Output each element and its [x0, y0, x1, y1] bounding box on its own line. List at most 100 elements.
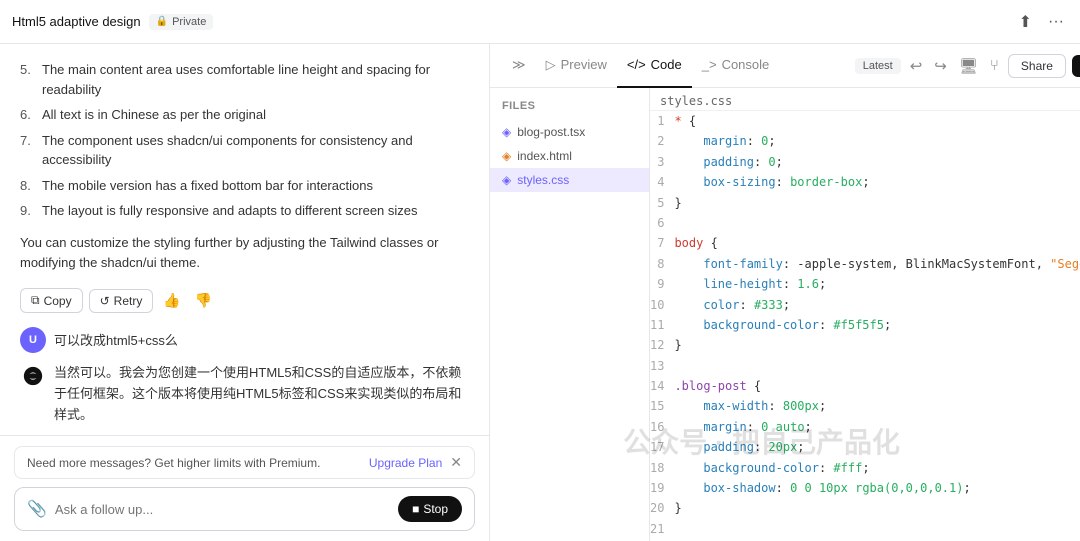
list-num: 6.: [20, 105, 36, 125]
user-message: U 可以改成html5+css么: [20, 327, 469, 353]
more-options-button[interactable]: ···: [1044, 11, 1068, 33]
code-line: 5}: [650, 193, 1080, 213]
line-code: body {: [674, 233, 1080, 253]
line-num: 16: [650, 417, 674, 437]
retry-button[interactable]: ↺ Retry: [89, 289, 154, 313]
undo-button[interactable]: ↩: [907, 54, 926, 78]
line-code: [674, 519, 1080, 539]
file-icon: ◈: [502, 149, 511, 163]
console-icon: _>: [702, 57, 717, 72]
line-num: 4: [650, 172, 674, 192]
line-code: max-width: 800px;: [674, 396, 1080, 416]
upload-icon-button[interactable]: ⬆: [1015, 10, 1036, 34]
code-line: 9 line-height: 1.6;: [650, 274, 1080, 294]
list-item: 7. The component uses shadcn/ui componen…: [20, 131, 469, 170]
code-line: 1* {: [650, 111, 1080, 131]
line-code: [674, 213, 1080, 233]
file-name: styles.css: [517, 173, 569, 187]
action-bar: ⧉ Copy ↺ Retry 👍 👎: [20, 288, 469, 313]
chat-input[interactable]: [55, 502, 390, 517]
line-code: line-height: 1.6;: [674, 274, 1080, 294]
assistant-text: 当然可以。我会为您创建一个使用HTML5和CSS的自适应版本，不依赖于任何框架。…: [54, 363, 469, 425]
code-filename: styles.css: [650, 88, 1080, 111]
line-code: margin: 0;: [674, 131, 1080, 151]
preview-label: Preview: [561, 57, 607, 72]
line-code: font-family: -apple-system, BlinkMacSyst…: [674, 254, 1080, 274]
redo-button[interactable]: ↪: [931, 54, 950, 78]
line-num: 21: [650, 519, 674, 539]
line-num: 3: [650, 152, 674, 172]
file-item-indexhtml[interactable]: ◈ index.html: [490, 144, 649, 168]
copy-button[interactable]: ⧉ Copy: [20, 288, 83, 313]
attach-button[interactable]: 📎: [27, 499, 47, 519]
line-code: padding: 0;: [674, 152, 1080, 172]
line-num: 9: [650, 274, 674, 294]
list-item: 9. The layout is fully responsive and ad…: [20, 201, 469, 221]
version-icon-button[interactable]: ⑂: [987, 54, 1002, 77]
topbar-left: Html5 adaptive design 🔒 Private: [12, 14, 213, 30]
share-button[interactable]: Share: [1008, 54, 1066, 78]
file-item-stylescss[interactable]: ◈ styles.css: [490, 168, 649, 192]
code-layout: Files ◈ blog-post.tsx ◈ index.html ◈ sty…: [490, 88, 1080, 541]
line-num: 20: [650, 498, 674, 518]
right-panel: ≫ ▷ Preview </> Code _> Console: [490, 44, 1080, 541]
code-view: styles.css 1* { 2 margin: 0; 3 padding: …: [650, 88, 1080, 541]
line-code: background-color: #f5f5f5;: [674, 315, 1080, 335]
code-line: 18 background-color: #fff;: [650, 458, 1080, 478]
avatar: U: [20, 327, 46, 353]
copy-label: Copy: [44, 294, 72, 308]
code-line: 3 padding: 0;: [650, 152, 1080, 172]
console-label: Console: [722, 57, 770, 72]
list-num: 7.: [20, 131, 36, 170]
line-num: 17: [650, 437, 674, 457]
line-code: * {: [674, 111, 1080, 131]
upgrade-link[interactable]: Upgrade Plan: [369, 456, 442, 470]
tab-preview[interactable]: ▷ Preview: [536, 44, 617, 88]
stop-label: Stop: [423, 502, 448, 516]
chat-area: 5. The main content area uses comfortabl…: [0, 44, 489, 435]
thumbs-up-button[interactable]: 👍: [159, 290, 184, 311]
deploy-button[interactable]: △ Deploy: [1072, 55, 1080, 77]
expand-panels-button[interactable]: ≫: [502, 44, 536, 88]
code-line: 20}: [650, 498, 1080, 518]
private-badge: 🔒 Private: [149, 14, 214, 30]
line-num: 10: [650, 295, 674, 315]
prose-paragraph: You can customize the styling further by…: [20, 233, 469, 275]
right-topbar: ≫ ▷ Preview </> Code _> Console: [490, 44, 1080, 88]
line-num: 6: [650, 213, 674, 233]
files-label: Files: [490, 100, 649, 112]
line-num: 15: [650, 396, 674, 416]
retry-label: Retry: [114, 294, 143, 308]
stop-button[interactable]: ■ Stop: [398, 496, 462, 522]
line-num: 1: [650, 111, 674, 131]
line-num: 18: [650, 458, 674, 478]
upgrade-banner: Need more messages? Get higher limits wi…: [14, 446, 475, 479]
line-num: 12: [650, 335, 674, 355]
thumbs-down-button[interactable]: 👎: [191, 290, 216, 311]
tab-code[interactable]: </> Code: [617, 44, 692, 88]
retry-icon: ↺: [100, 294, 110, 308]
code-label: Code: [651, 57, 682, 72]
list-text: The mobile version has a fixed bottom ba…: [42, 176, 373, 196]
line-num: 7: [650, 233, 674, 253]
numbered-list: 5. The main content area uses comfortabl…: [20, 60, 469, 221]
chat-input-row: 📎 ■ Stop: [14, 487, 475, 531]
code-line: 13: [650, 356, 1080, 376]
desktop-icon-button[interactable]: 🖥: [956, 54, 981, 78]
latest-badge: Latest: [855, 58, 901, 74]
code-line: 16 margin: 0 auto;: [650, 417, 1080, 437]
close-banner-button[interactable]: ✕: [450, 454, 462, 471]
tab-console[interactable]: _> Console: [692, 44, 780, 88]
assistant-message: 当然可以。我会为您创建一个使用HTML5和CSS的自适应版本，不依赖于任何框架。…: [20, 363, 469, 425]
user-text: 可以改成html5+css么: [54, 327, 178, 349]
list-item: 8. The mobile version has a fixed bottom…: [20, 176, 469, 196]
list-text: The main content area uses comfortable l…: [42, 60, 469, 99]
assistant-logo: [20, 363, 46, 389]
file-item-blogtsx[interactable]: ◈ blog-post.tsx: [490, 120, 649, 144]
list-num: 9.: [20, 201, 36, 221]
preview-icon: ▷: [546, 57, 556, 73]
main-layout: 5. The main content area uses comfortabl…: [0, 44, 1080, 541]
code-line: 21: [650, 519, 1080, 539]
topbar-right: ⬆ ···: [1015, 10, 1068, 34]
code-line: 10 color: #333;: [650, 295, 1080, 315]
